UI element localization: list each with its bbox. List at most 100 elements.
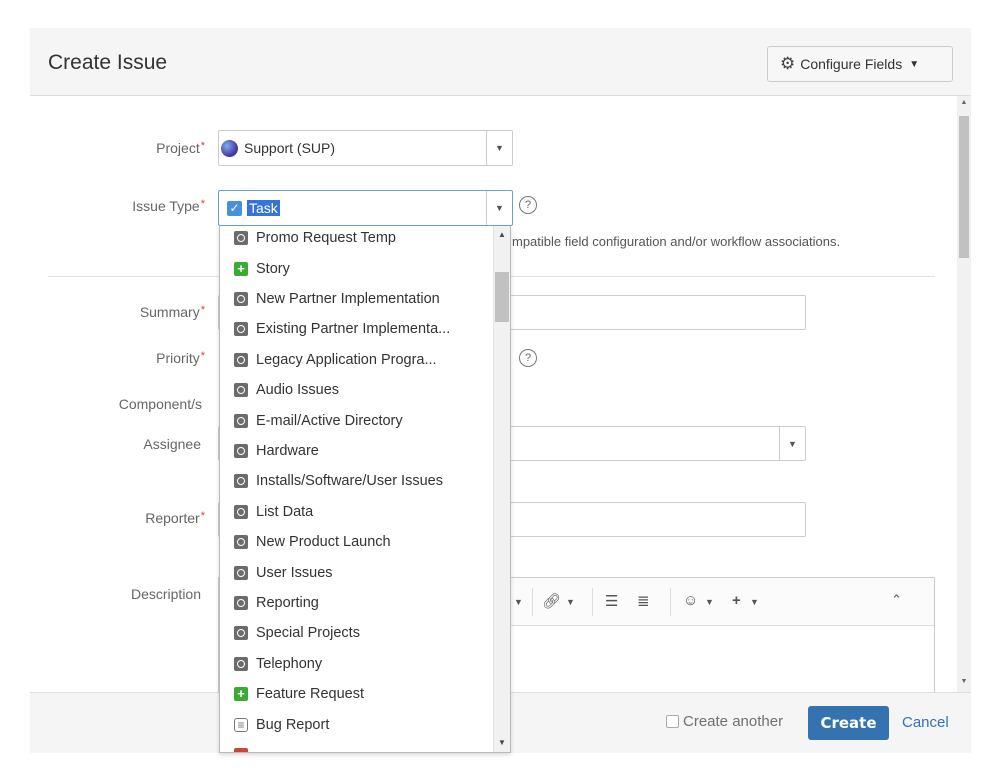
- issue-type-option-label: Feature Request: [256, 686, 365, 703]
- help-icon[interactable]: ?: [519, 196, 537, 214]
- dropdown-scrollbar-thumb[interactable]: [495, 272, 509, 322]
- issue-type-option[interactable]: Hardware: [220, 436, 493, 466]
- scroll-down-arrow-icon[interactable]: ▼: [493, 738, 510, 747]
- project-select[interactable]: Support (SUP) ▼: [218, 130, 513, 166]
- issue-type-option-label: Special Projects: [256, 625, 360, 642]
- issue-type-dropdown: Promo Request Temp + Story New Partner Impl…: [219, 226, 511, 753]
- project-label: Project*: [156, 140, 205, 156]
- issue-type-option[interactable]: List Data: [220, 497, 493, 527]
- required-marker: *: [200, 510, 205, 522]
- chevron-down-icon[interactable]: ▼: [514, 597, 523, 607]
- required-marker: *: [200, 350, 205, 362]
- issue-type-option-label: New Partner Implementation: [256, 290, 440, 307]
- scroll-down-arrow-icon[interactable]: ▼: [957, 678, 971, 685]
- create-another-checkbox[interactable]: [666, 715, 679, 728]
- dialog-scrollbar-thumb[interactable]: [959, 116, 969, 258]
- issue-type-icon: [234, 413, 248, 428]
- collapse-toolbar-icon[interactable]: ⌃: [891, 592, 902, 608]
- chevron-down-icon[interactable]: ▼: [779, 427, 805, 460]
- issue-type-option[interactable]: Bug Report: [220, 709, 493, 739]
- issue-type-option[interactable]: Reporting: [220, 588, 493, 618]
- description-label: Description: [130, 586, 201, 602]
- required-marker: *: [200, 304, 205, 316]
- issue-type-option[interactable]: + Story: [220, 253, 493, 283]
- issue-type-option-label: Legacy Application Progra...: [256, 351, 437, 368]
- issue-type-icon: [234, 626, 248, 641]
- priority-label: Priority*: [156, 350, 205, 366]
- issue-type-option[interactable]: New Product Launch: [220, 527, 493, 557]
- issue-type-icon: [234, 474, 248, 489]
- chevron-down-icon[interactable]: ▼: [750, 597, 759, 607]
- create-button[interactable]: Create: [808, 706, 889, 740]
- chevron-down-icon[interactable]: ▼: [486, 191, 512, 225]
- configure-fields-button[interactable]: ⚙ Configure Fields ▼: [767, 46, 953, 82]
- project-avatar-icon: [221, 139, 238, 157]
- dialog-header: Create Issue ⚙ Configure Fields ▼: [30, 28, 971, 96]
- issue-type-option-label: Promo Request Temp: [256, 230, 396, 247]
- create-another-option[interactable]: Create another: [666, 713, 783, 730]
- issue-type-option[interactable]: Existing Partner Implementa...: [220, 314, 493, 344]
- toolbar-separator: [670, 588, 671, 616]
- task-check-icon: ✓: [227, 200, 242, 216]
- issue-type-select[interactable]: ✓ Task ▼: [218, 190, 513, 226]
- scroll-up-arrow-icon[interactable]: ▲: [493, 230, 510, 239]
- issue-type-icon: [234, 656, 248, 671]
- issue-type-option[interactable]: + Feature Request: [220, 679, 493, 709]
- chevron-down-icon[interactable]: ▼: [566, 597, 575, 607]
- issue-type-option-label: Installs/Software/User Issues: [256, 473, 443, 490]
- issue-type-icon: [234, 535, 248, 550]
- help-icon[interactable]: ?: [519, 349, 537, 367]
- issue-type-option-label: Audio Issues: [256, 382, 340, 399]
- bullet-list-icon[interactable]: ☰: [605, 592, 618, 610]
- issue-type-option-label: E-mail/Active Directory: [256, 412, 403, 429]
- caret-down-icon: ▼: [909, 58, 920, 70]
- configure-fields-label: Configure Fields: [800, 56, 903, 72]
- issue-type-icon: [234, 352, 248, 367]
- issue-type-option[interactable]: Promo Request Temp: [220, 226, 493, 253]
- scroll-up-arrow-icon[interactable]: ▲: [957, 99, 971, 106]
- numbered-list-icon[interactable]: ≣: [637, 592, 650, 610]
- issue-type-icon: [234, 443, 248, 458]
- issue-type-option-label: List Data: [256, 503, 314, 520]
- bug-report-icon: [234, 717, 248, 732]
- issue-type-option[interactable]: Legacy Application Progra...: [220, 345, 493, 375]
- issue-type-option-label: Existing Partner Implementa...: [256, 321, 451, 338]
- issue-type-option[interactable]: E-mail/Active Directory: [220, 405, 493, 435]
- gear-icon: ⚙: [780, 54, 796, 73]
- cancel-link[interactable]: Cancel: [902, 714, 949, 731]
- create-another-label: Create another: [683, 713, 784, 730]
- issue-type-option[interactable]: [220, 740, 493, 752]
- issue-type-option[interactable]: Installs/Software/User Issues: [220, 466, 493, 496]
- toolbar-separator: [592, 588, 593, 616]
- issue-type-option[interactable]: User Issues: [220, 557, 493, 587]
- required-marker: *: [200, 198, 205, 210]
- plus-icon[interactable]: +: [732, 592, 741, 609]
- plus-square-icon: +: [234, 687, 248, 702]
- issue-type-option-label: Telephony: [256, 655, 323, 672]
- issue-type-icon: [234, 595, 248, 610]
- issue-type-option[interactable]: Special Projects: [220, 618, 493, 648]
- issue-type-option-label: Hardware: [256, 442, 319, 459]
- emoticon-icon[interactable]: ☺: [683, 592, 698, 609]
- issue-type-icon: [234, 291, 248, 306]
- chevron-down-icon[interactable]: ▼: [486, 131, 512, 165]
- reporter-label: Reporter*: [145, 510, 205, 526]
- issue-type-option[interactable]: Audio Issues: [220, 375, 493, 405]
- issue-type-option[interactable]: Telephony: [220, 649, 493, 679]
- issue-type-label: Issue Type*: [132, 198, 205, 214]
- summary-label: Summary*: [139, 304, 205, 320]
- link-icon[interactable]: 🔗︎: [542, 592, 561, 610]
- issue-type-option-label: User Issues: [256, 564, 333, 581]
- components-label: Component/s: [118, 396, 202, 412]
- dialog-title: Create Issue: [48, 51, 168, 74]
- issue-type-option[interactable]: New Partner Implementation: [220, 284, 493, 314]
- chevron-down-icon[interactable]: ▼: [705, 597, 714, 607]
- issue-type-icon: [234, 231, 248, 246]
- issue-type-icon: [234, 565, 248, 580]
- issue-type-value[interactable]: Task: [247, 200, 280, 216]
- issue-type-option-label: Story: [256, 260, 290, 277]
- issue-type-icon: [234, 322, 248, 337]
- issue-type-option-label: Bug Report: [256, 716, 330, 733]
- issue-type-icon: [234, 504, 248, 519]
- issue-type-option-label: Reporting: [256, 594, 319, 611]
